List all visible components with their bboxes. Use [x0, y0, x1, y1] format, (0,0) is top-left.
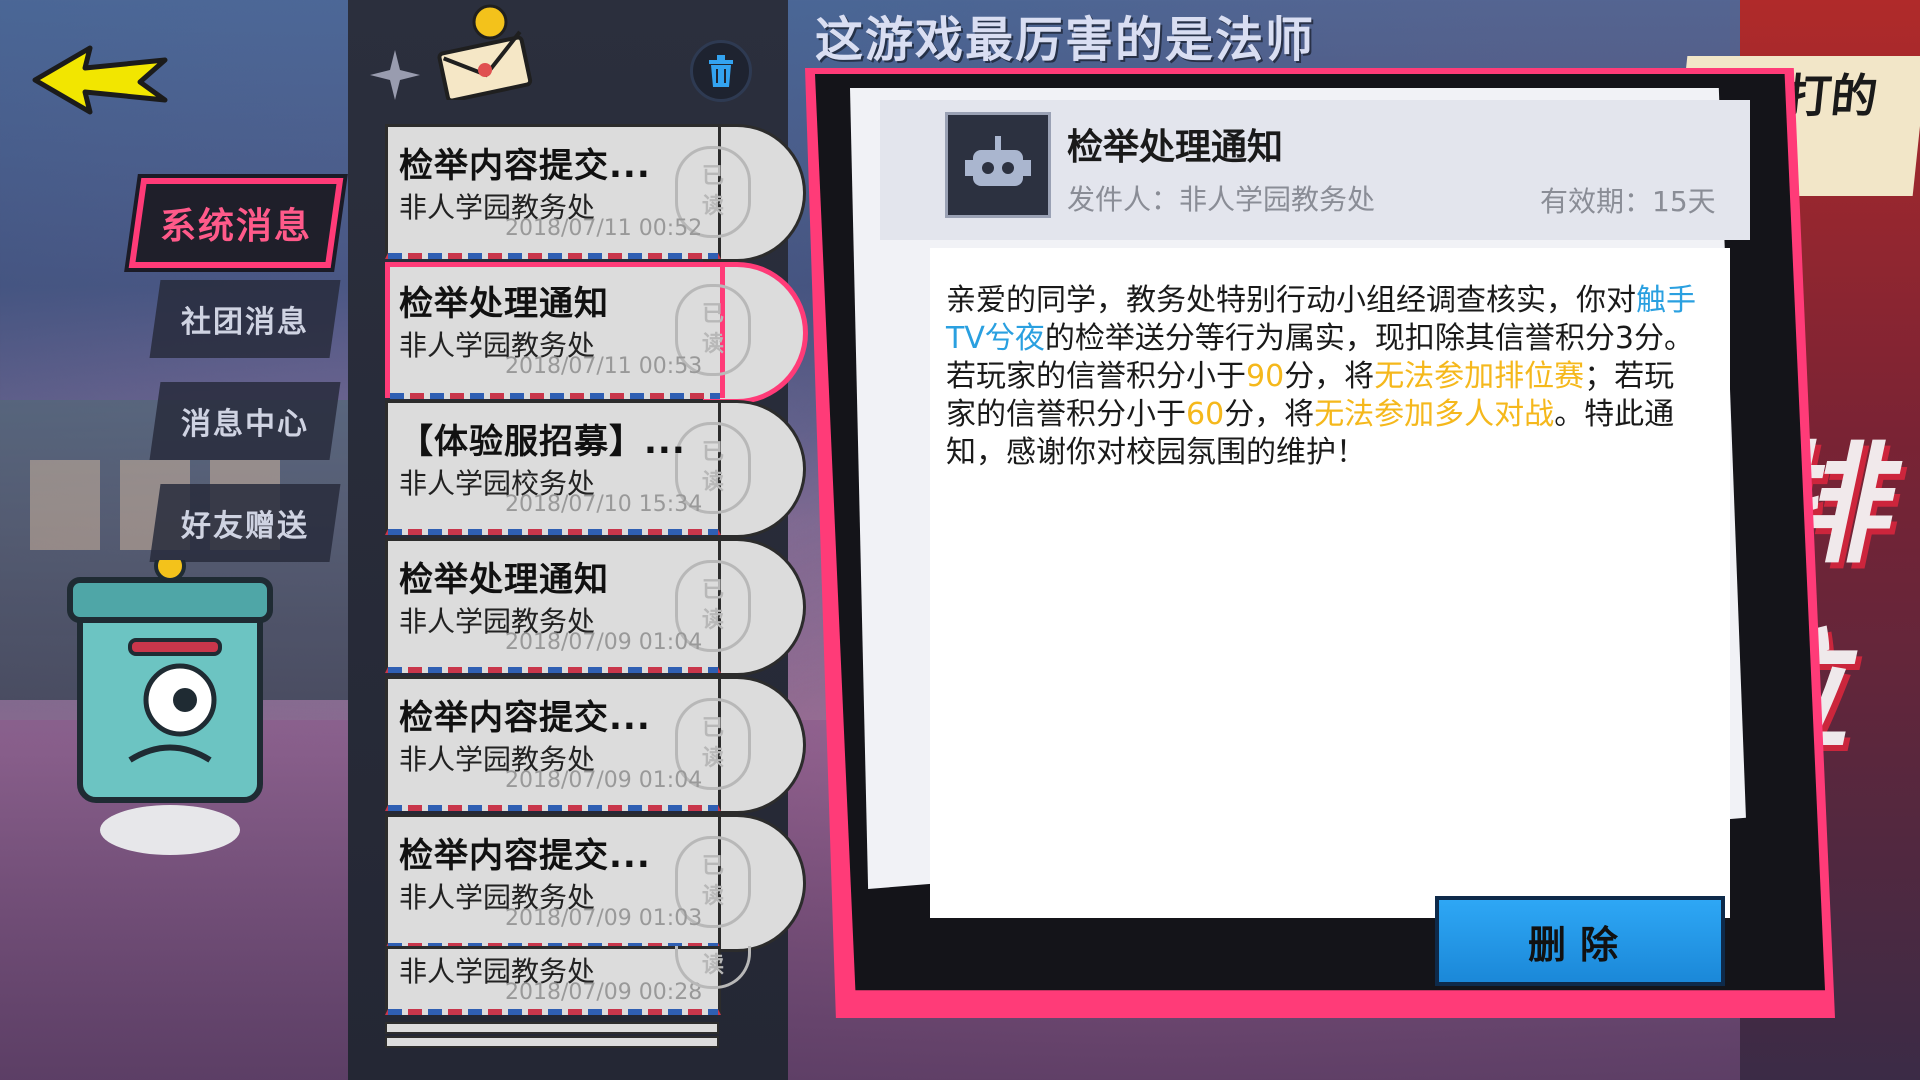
mail-item[interactable]: 非人学园教务处 2018/07/09 00:28 读	[385, 946, 785, 1015]
tab-system-messages[interactable]: 系统消息	[128, 178, 344, 268]
mail-title: 检举内容提交...	[399, 698, 651, 738]
detail-title: 检举处理通知	[1067, 127, 1284, 168]
mail-title: 检举处理通知	[399, 284, 609, 324]
mail-stack-edge	[385, 1022, 719, 1034]
trash-button[interactable]	[690, 40, 752, 102]
mail-date: 2018/07/11 00:52	[505, 216, 703, 241]
mail-title: 检举内容提交...	[399, 146, 651, 186]
tab-message-center[interactable]: 消息中心	[149, 382, 341, 460]
top-banner-text: 这游戏最厉害的是法师	[815, 12, 1316, 68]
mail-date: 2018/07/10 15:34	[505, 492, 703, 517]
mail-date: 2018/07/09 01:04	[505, 768, 703, 793]
detail-sender: 发件人：非人学园教务处	[1067, 183, 1376, 216]
mail-date: 2018/07/11 00:53	[505, 354, 703, 379]
back-arrow-icon[interactable]	[30, 40, 170, 120]
mail-title: 【体验服招募】...	[399, 422, 686, 462]
mail-title: 检举内容提交...	[399, 836, 651, 876]
trash-icon	[709, 55, 733, 87]
tab-club-messages[interactable]: 社团消息	[149, 280, 341, 358]
mail-date: 2018/07/09 01:03	[505, 906, 703, 931]
envelope-icon	[437, 4, 533, 100]
detail-body-text: 亲爱的同学，教务处特别行动小组经调查核实，你对触手TV兮夜的检举送分等行为属实，…	[946, 283, 1696, 470]
detail-expiry: 有效期：15天	[1540, 185, 1716, 218]
mail-date: 2018/07/09 00:28	[505, 980, 703, 1005]
tab-friend-gifts[interactable]: 好友赠送	[149, 484, 341, 562]
sparkle-icon	[370, 50, 420, 100]
mail-item[interactable]: 已读 检举内容提交... 非人学园教务处 2018/07/09 01:04	[385, 676, 806, 814]
mail-item-selected[interactable]: 已读 检举处理通知 非人学园教务处 2018/07/11 00:53	[385, 262, 808, 404]
mail-stack-edge	[385, 1036, 719, 1048]
mail-item[interactable]: 已读 检举内容提交... 非人学园教务处 2018/07/11 00:52	[385, 124, 806, 262]
mail-item[interactable]: 已读 【体验服招募】... 非人学园校务处 2018/07/10 15:34	[385, 400, 806, 538]
delete-button[interactable]: 删除	[1435, 896, 1725, 986]
mail-date: 2018/07/09 01:04	[505, 630, 703, 655]
mail-title: 检举处理通知	[399, 560, 609, 600]
mail-item[interactable]: 已读 检举内容提交... 非人学园教务处 2018/07/09 01:03	[385, 814, 806, 952]
robot-icon	[965, 136, 1031, 186]
mailbox-mascot-icon	[67, 560, 273, 855]
sender-avatar	[945, 112, 1051, 218]
mail-item[interactable]: 已读 检举处理通知 非人学园教务处 2018/07/09 01:04	[385, 538, 806, 676]
